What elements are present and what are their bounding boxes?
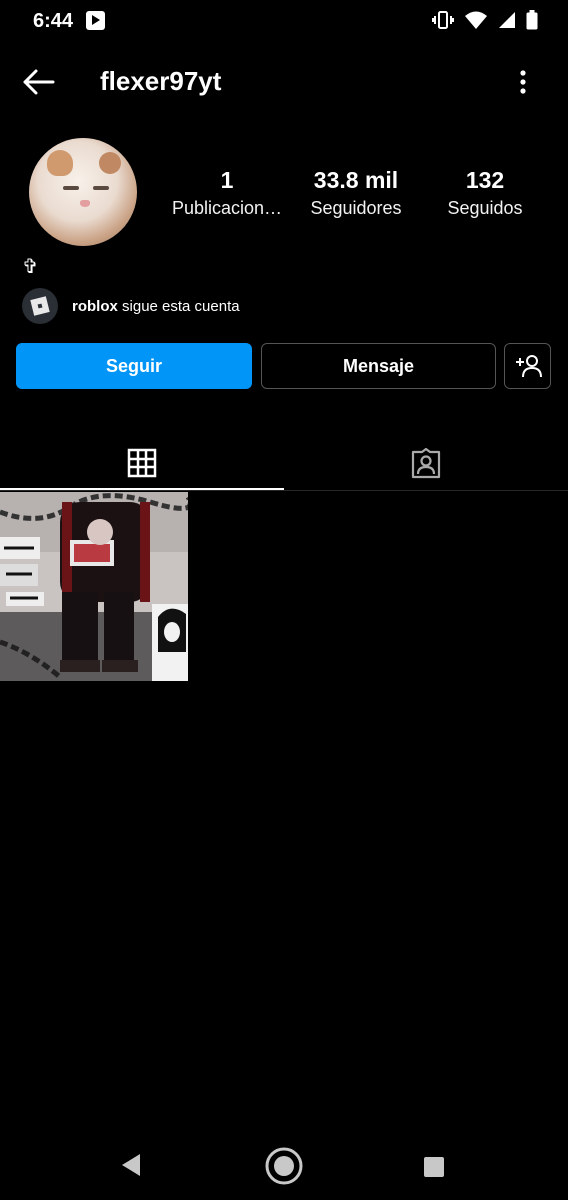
nav-home-icon[interactable] (264, 1146, 304, 1186)
back-button[interactable] (18, 62, 58, 102)
post-thumbnail[interactable] (0, 492, 188, 681)
tab-divider (0, 490, 568, 491)
status-time: 6:44 (33, 10, 74, 32)
tab-tagged[interactable] (284, 436, 568, 490)
wifi-icon (465, 11, 487, 29)
suggest-users-button[interactable] (504, 343, 551, 389)
vibrate-icon (432, 11, 454, 29)
more-vertical-icon (520, 70, 526, 94)
following-label: Seguidos (447, 198, 523, 218)
message-button[interactable]: Mensaje (261, 343, 496, 389)
tagged-person-icon (411, 447, 441, 479)
followed-by-text: roblox sigue esta cuenta (72, 298, 240, 315)
following-count: 132 (465, 167, 505, 193)
signal-icon (499, 12, 515, 28)
stat-following[interactable]: 132 Seguidos (430, 166, 540, 222)
posts-label: Publicacion… (171, 198, 283, 218)
follower-name: roblox (72, 297, 118, 315)
profile-bio: ✞ (22, 256, 39, 278)
status-icons (432, 10, 538, 30)
add-person-icon (515, 355, 542, 378)
arrow-left-icon (23, 69, 55, 95)
followed-by-suffix: sigue esta cuenta (122, 297, 240, 315)
stat-posts: 1 Publicacion… (160, 166, 294, 222)
profile-avatar[interactable] (29, 138, 137, 246)
followers-label: Seguidores (310, 198, 402, 218)
grid-icon (127, 448, 157, 478)
followed-by-row[interactable]: roblox sigue esta cuenta (22, 288, 240, 324)
follower-avatar (22, 288, 58, 324)
tab-posts-grid[interactable] (0, 436, 284, 490)
stat-followers[interactable]: 33.8 mil Seguidores (296, 166, 416, 222)
posts-count: 1 (220, 167, 234, 193)
followers-count: 33.8 mil (313, 167, 399, 193)
nav-recents-icon[interactable] (424, 1157, 444, 1177)
battery-icon (526, 10, 538, 30)
profile-username: flexer97yt (100, 66, 222, 96)
follow-button[interactable]: Seguir (16, 343, 252, 389)
more-options-button[interactable] (508, 62, 538, 102)
nav-back-icon[interactable] (120, 1152, 142, 1178)
app-notification-icon (86, 11, 105, 30)
